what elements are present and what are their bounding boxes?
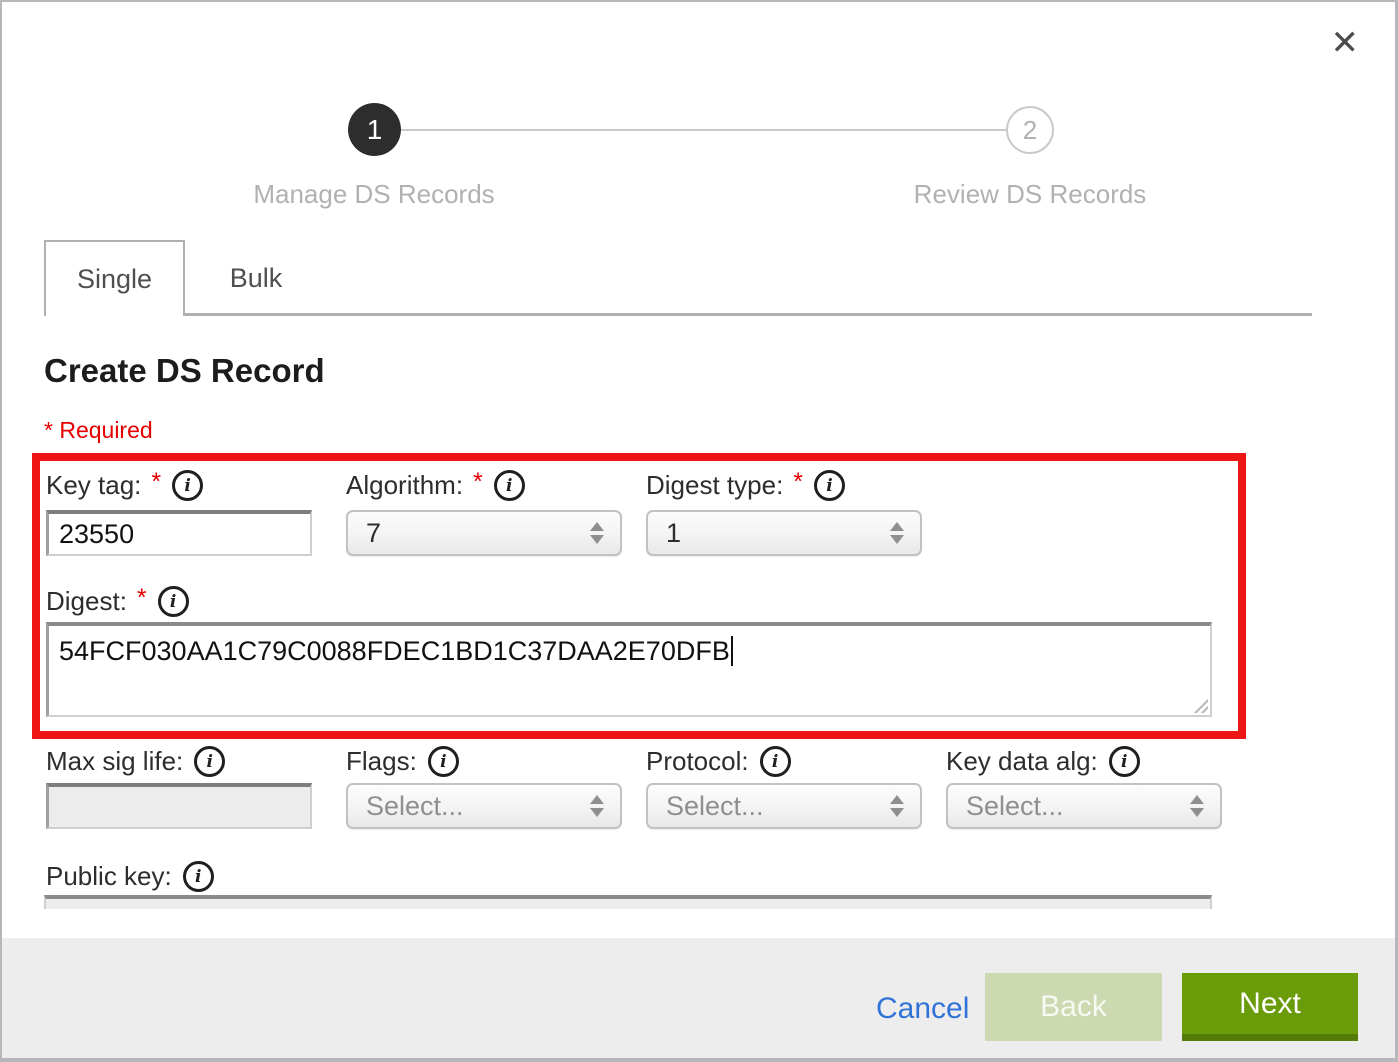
stepper-step-2-number: 2: [1023, 115, 1037, 146]
flags-select-value: Select...: [366, 791, 464, 822]
select-arrows-icon: [590, 522, 604, 544]
required-asterisk: *: [137, 584, 147, 613]
key-tag-label: Key tag: * i: [46, 470, 203, 501]
algorithm-select-value: 7: [366, 518, 381, 549]
key-data-alg-label-text: Key data alg:: [946, 746, 1098, 777]
info-icon[interactable]: i: [428, 746, 459, 777]
required-asterisk: *: [151, 468, 161, 497]
tab-single[interactable]: Single: [44, 240, 185, 316]
info-icon[interactable]: i: [814, 470, 845, 501]
required-asterisk: *: [473, 468, 483, 497]
digest-label-text: Digest:: [46, 586, 127, 617]
flags-select[interactable]: Select...: [346, 783, 622, 829]
stepper-step-1-number: 1: [367, 114, 383, 146]
digest-textarea[interactable]: 54FCF030AA1C79C0088FDEC1BD1C37DAA2E70DFB: [46, 622, 1212, 717]
digest-type-select-value: 1: [666, 518, 681, 549]
stepper-step-1-label: Manage DS Records: [253, 179, 494, 210]
key-tag-label-text: Key tag:: [46, 470, 141, 501]
info-icon[interactable]: i: [183, 861, 214, 892]
next-button[interactable]: Next: [1182, 973, 1358, 1041]
info-icon[interactable]: i: [194, 746, 225, 777]
max-sig-life-input[interactable]: [46, 783, 312, 829]
select-arrows-icon: [590, 795, 604, 817]
digest-value: 54FCF030AA1C79C0088FDEC1BD1C37DAA2E70DFB: [59, 636, 730, 666]
flags-label-text: Flags:: [346, 746, 417, 777]
text-caret: [731, 636, 733, 666]
stepper-step-2-circle: 2: [1006, 106, 1054, 154]
public-key-label-text: Public key:: [46, 861, 172, 892]
key-data-alg-label: Key data alg: i: [946, 746, 1140, 777]
stepper-connector-line: [401, 129, 1006, 131]
stepper-step-2-label: Review DS Records: [914, 179, 1147, 210]
info-icon[interactable]: i: [172, 470, 203, 501]
algorithm-select[interactable]: 7: [346, 510, 622, 556]
key-data-alg-select-value: Select...: [966, 791, 1064, 822]
back-button[interactable]: Back: [985, 973, 1162, 1041]
info-icon[interactable]: i: [760, 746, 791, 777]
select-arrows-icon: [1190, 795, 1204, 817]
required-asterisk: *: [793, 468, 803, 497]
protocol-label-text: Protocol:: [646, 746, 749, 777]
page-title: Create DS Record: [44, 352, 325, 390]
resize-handle-icon[interactable]: [1192, 697, 1208, 713]
info-icon[interactable]: i: [1109, 746, 1140, 777]
algorithm-label: Algorithm: * i: [346, 470, 525, 501]
public-key-textarea[interactable]: [44, 895, 1212, 909]
protocol-select-value: Select...: [666, 791, 764, 822]
flags-label: Flags: i: [346, 746, 459, 777]
cancel-button[interactable]: Cancel: [876, 992, 969, 1026]
close-icon[interactable]: ✕: [1331, 26, 1360, 60]
info-icon[interactable]: i: [158, 586, 189, 617]
digest-label: Digest: * i: [46, 586, 189, 617]
create-ds-record-modal: ✕ 1 2 Manage DS Records Review DS Record…: [0, 0, 1398, 1062]
public-key-label: Public key: i: [46, 861, 214, 892]
protocol-select[interactable]: Select...: [646, 783, 922, 829]
protocol-label: Protocol: i: [646, 746, 791, 777]
tab-underline: [185, 313, 1312, 316]
required-note: * Required: [44, 417, 153, 444]
key-tag-input[interactable]: [46, 510, 312, 556]
digest-type-label: Digest type: * i: [646, 470, 845, 501]
max-sig-life-label-text: Max sig life:: [46, 746, 183, 777]
digest-type-select[interactable]: 1: [646, 510, 922, 556]
tab-bulk[interactable]: Bulk: [185, 240, 327, 316]
digest-type-label-text: Digest type:: [646, 470, 783, 501]
select-arrows-icon: [890, 522, 904, 544]
info-icon[interactable]: i: [494, 470, 525, 501]
select-arrows-icon: [890, 795, 904, 817]
stepper-step-1-circle: 1: [348, 103, 401, 156]
max-sig-life-label: Max sig life: i: [46, 746, 225, 777]
algorithm-label-text: Algorithm:: [346, 470, 463, 501]
key-data-alg-select[interactable]: Select...: [946, 783, 1222, 829]
